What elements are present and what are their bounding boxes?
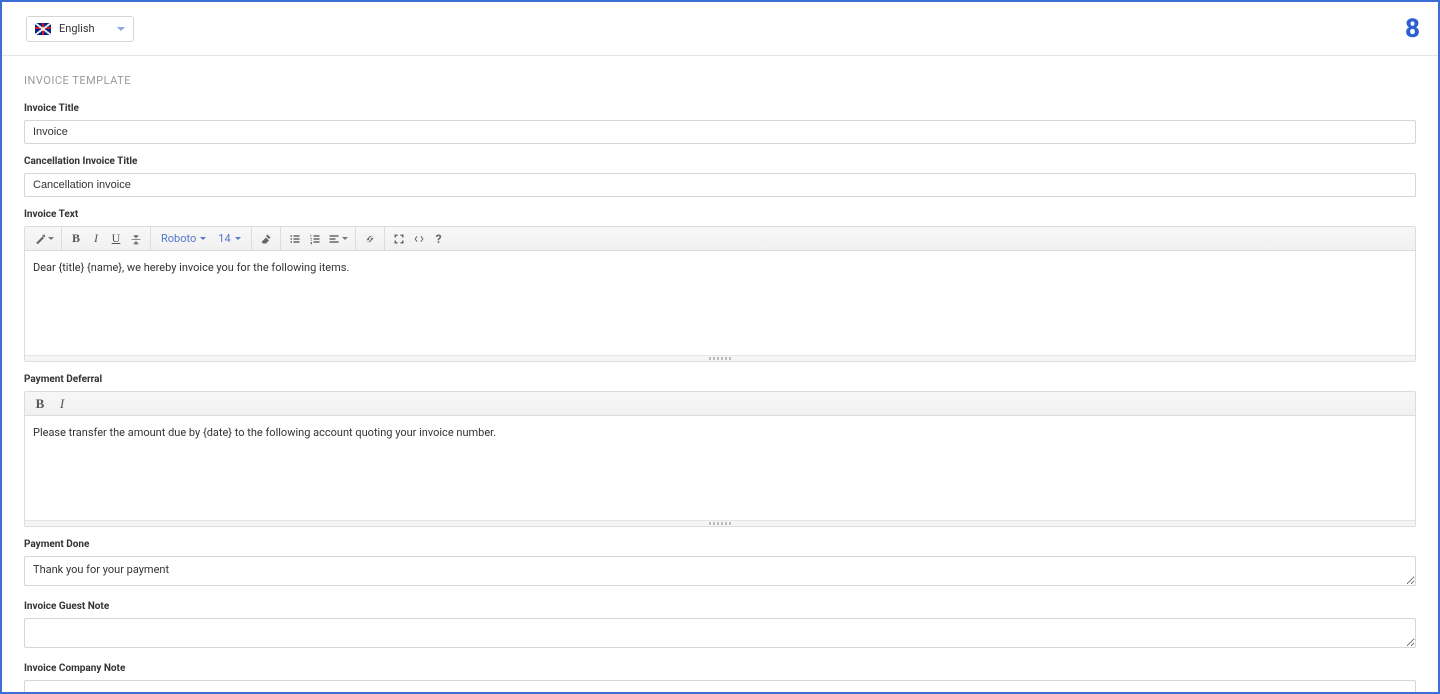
font-family-select[interactable]: Roboto [155,229,212,249]
clear-formatting-button[interactable] [256,229,276,249]
brand-logo: 8 [1405,14,1420,44]
uk-flag-icon [35,23,51,35]
input-cancellation-title[interactable] [24,173,1416,197]
field-invoice-company-note: Invoice Company Note [24,663,1416,694]
input-invoice-title[interactable] [24,120,1416,144]
magic-wand-button[interactable] [31,229,57,249]
field-payment-deferral: Payment Deferral B I Please transfer the… [24,374,1416,527]
italic-button[interactable]: I [51,394,73,414]
textarea-invoice-guest-note[interactable] [24,618,1416,648]
language-label: English [59,22,117,35]
fullscreen-button[interactable] [389,229,409,249]
label-invoice-company-note: Invoice Company Note [24,663,1416,674]
bold-button[interactable]: B [66,229,86,249]
magic-wand-icon [34,233,46,245]
eraser-icon [260,233,272,245]
font-family-label: Roboto [161,232,196,245]
code-view-button[interactable] [409,229,429,249]
align-icon [328,233,340,245]
ordered-list-icon [309,233,321,245]
strikethrough-button[interactable] [126,229,146,249]
app-frame: English 8 INVOICE TEMPLATE Invoice Title… [0,0,1440,694]
label-invoice-title: Invoice Title [24,103,1416,114]
section-title: INVOICE TEMPLATE [24,74,1416,87]
editor-toolbar-mini: B I [25,392,1415,416]
editor-invoice-text: B I U Roboto 14 [24,226,1416,362]
unordered-list-icon [289,233,301,245]
label-invoice-guest-note: Invoice Guest Note [24,601,1416,612]
help-icon: ? [436,232,442,246]
editor-resize-handle[interactable] [25,355,1415,361]
editor-body-payment-deferral[interactable]: Please transfer the amount due by {date}… [25,416,1415,520]
field-invoice-guest-note: Invoice Guest Note [24,601,1416,651]
code-icon [413,233,425,245]
editor-payment-deferral: B I Please transfer the amount due by {d… [24,391,1416,527]
textarea-invoice-company-note[interactable] [24,680,1416,694]
field-payment-done: Payment Done [24,539,1416,589]
field-invoice-text: Invoice Text B I U [24,209,1416,362]
align-button[interactable] [325,229,351,249]
label-cancellation-title: Cancellation Invoice Title [24,156,1416,167]
content-area: INVOICE TEMPLATE Invoice Title Cancellat… [2,56,1438,694]
expand-icon [393,233,405,245]
textarea-payment-done[interactable] [24,556,1416,586]
label-payment-deferral: Payment Deferral [24,374,1416,385]
font-size-select[interactable]: 14 [212,229,246,249]
top-bar: English 8 [2,2,1438,56]
label-invoice-text: Invoice Text [24,209,1416,220]
link-button[interactable] [360,229,380,249]
chevron-down-icon [117,27,125,31]
help-button[interactable]: ? [429,229,449,249]
link-icon [364,233,376,245]
editor-body-invoice-text[interactable]: Dear {title} {name}, we hereby invoice y… [25,251,1415,355]
bold-button[interactable]: B [29,394,51,414]
language-selector[interactable]: English [26,16,134,42]
editor-resize-handle[interactable] [25,520,1415,526]
unordered-list-button[interactable] [285,229,305,249]
label-payment-done: Payment Done [24,539,1416,550]
field-invoice-title: Invoice Title [24,103,1416,144]
field-cancellation-title: Cancellation Invoice Title [24,156,1416,197]
ordered-list-button[interactable] [305,229,325,249]
editor-toolbar: B I U Roboto 14 [25,227,1415,251]
strikethrough-icon [130,233,142,245]
italic-button[interactable]: I [86,229,106,249]
underline-button[interactable]: U [106,229,126,249]
font-size-label: 14 [218,232,230,245]
